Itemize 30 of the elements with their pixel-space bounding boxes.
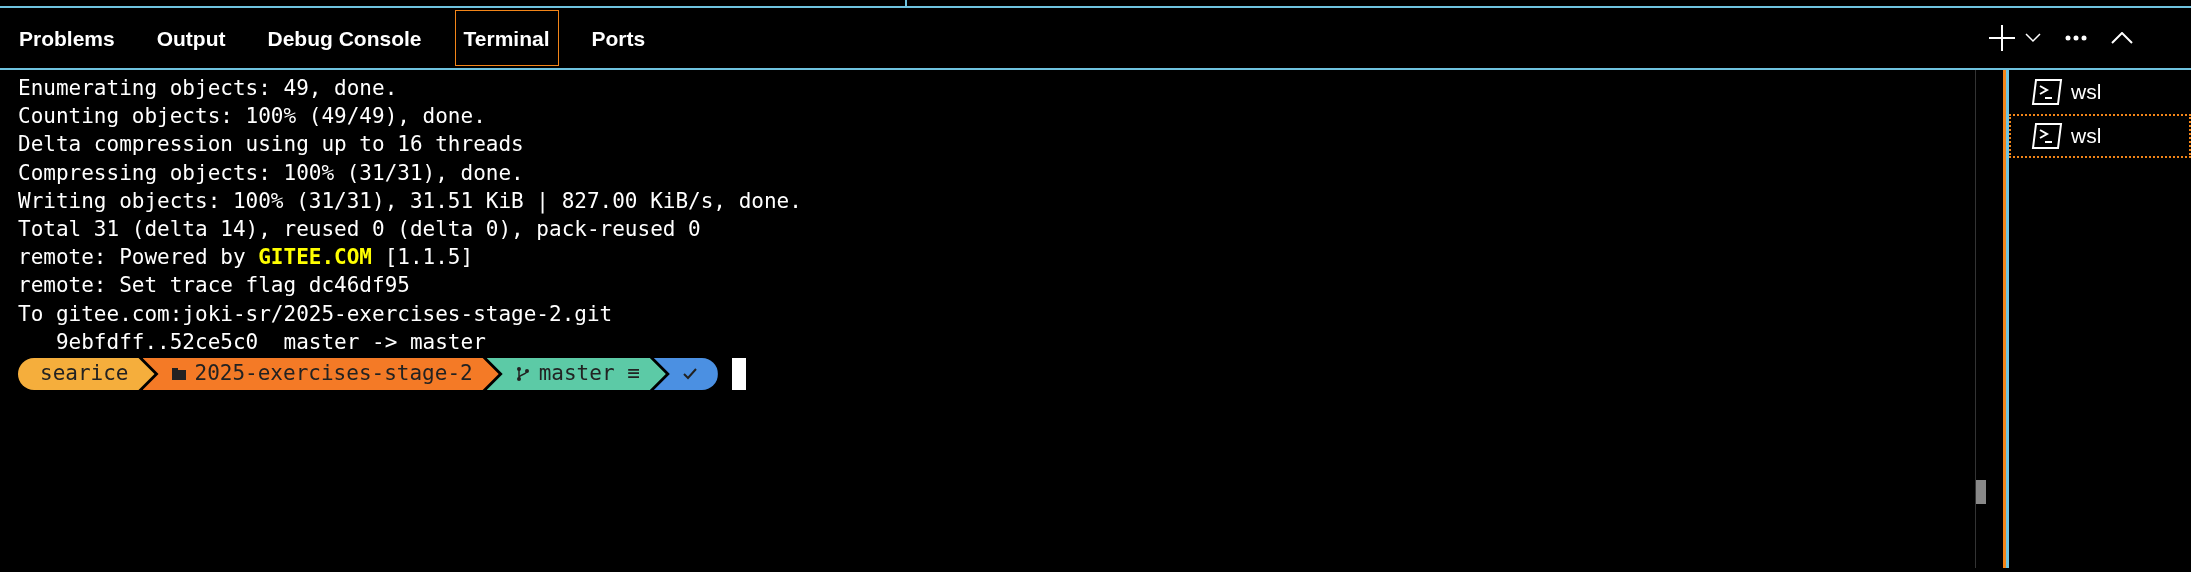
terminal-list-item[interactable]: wsl (2009, 70, 2191, 114)
panel-tab[interactable]: Output (147, 10, 235, 66)
terminal-line: Compressing objects: 100% (31/31), done. (18, 159, 524, 187)
cursor (731, 358, 746, 391)
terminal-line: remote: Set trace flag dc46df95 (18, 272, 410, 300)
scrollbar-thumb[interactable] (1976, 480, 1986, 504)
terminal-line: Enumerating objects: 49, done. (18, 75, 398, 102)
terminal-icon (2031, 122, 2063, 150)
branch-name: master ≡ (538, 360, 640, 388)
chevron-down-icon[interactable] (2025, 33, 2041, 43)
terminal-line: Counting objects: 100% (49/49), done. (18, 103, 486, 131)
terminal-icon (2031, 78, 2063, 106)
add-icon[interactable] (1989, 25, 2015, 51)
folder-name: 2025-exercises-stage-2 (194, 360, 473, 388)
terminal-line: To gitee.com:joki-sr/2025-exercises-stage-2.git (18, 300, 613, 328)
terminal-line: remote: Powered by GITEE.COM [1.1.5] (18, 244, 474, 272)
terminal-list-item[interactable]: wsl (2009, 114, 2191, 158)
terminal-line: Total 31 (delta 14), reused 0 (delta 0), pack-reused 0 (18, 216, 701, 243)
terminal-line: 9ebfdff..52ce5c0 master -> master (54, 328, 486, 356)
more-icon[interactable] (2065, 35, 2087, 41)
panel-tab[interactable]: Debug Console (258, 10, 431, 66)
git-branch-icon (514, 366, 531, 383)
chevron-up-icon[interactable] (2111, 32, 2133, 44)
panel-tab[interactable]: Terminal (454, 10, 559, 66)
panel-tab[interactable]: Problems (10, 10, 124, 66)
terminal-line: Delta compression using up to 16 threads (18, 131, 524, 159)
panel-tab[interactable]: Ports (582, 10, 655, 66)
user-name: searice (40, 360, 129, 388)
folder-icon (170, 366, 187, 383)
terminal-line: Writing objects: 100% (31/31), 31.51 KiB | 827.00 KiB/s, done. (18, 187, 802, 215)
